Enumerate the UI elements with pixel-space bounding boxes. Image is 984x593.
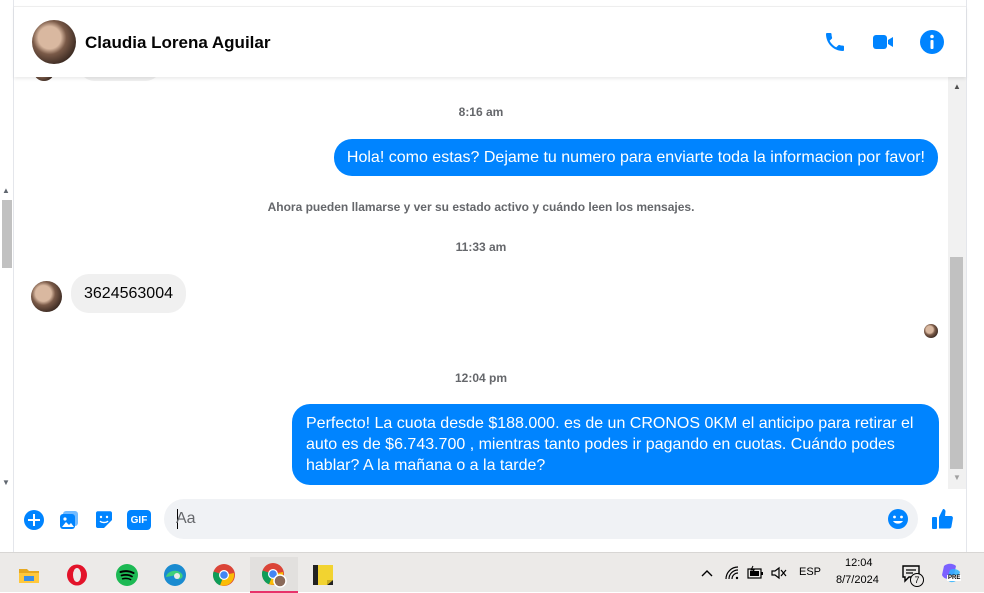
gif-label: GIF bbox=[127, 510, 151, 530]
message-input[interactable] bbox=[176, 508, 876, 530]
message-input-container[interactable] bbox=[164, 499, 918, 539]
contact-avatar[interactable] bbox=[32, 20, 76, 64]
gif-icon[interactable]: GIF bbox=[126, 508, 152, 532]
timestamp: 12:04 pm bbox=[454, 371, 508, 385]
scrollbar-thumb[interactable] bbox=[2, 200, 12, 268]
plus-icon[interactable] bbox=[22, 508, 46, 532]
message-scrollbar[interactable]: ▲ ▼ bbox=[948, 77, 966, 489]
spotify-icon[interactable] bbox=[107, 557, 147, 593]
sticker-icon[interactable] bbox=[92, 508, 116, 532]
copilot-icon[interactable]: PRE bbox=[940, 562, 964, 586]
edge-icon[interactable] bbox=[155, 557, 195, 593]
copilot-badge: PRE bbox=[947, 575, 962, 581]
scroll-down-arrow-icon[interactable]: ▼ bbox=[953, 473, 961, 482]
notifications-count-badge: 7 bbox=[910, 573, 924, 587]
thumbs-up-icon[interactable] bbox=[930, 506, 956, 532]
windows-taskbar: ESP 12:04 8/7/2024 7 PRE bbox=[0, 552, 984, 593]
info-icon[interactable] bbox=[919, 29, 945, 55]
volume-muted-icon[interactable] bbox=[770, 565, 788, 581]
image-icon[interactable] bbox=[57, 508, 81, 532]
show-hidden-icons-chevron-icon[interactable] bbox=[700, 566, 714, 578]
timestamp: 11:33 am bbox=[455, 240, 507, 254]
clock-time[interactable]: 12:04 bbox=[845, 557, 873, 569]
chat-window: Claudia Lorena Aguilar 8:16 am Hola! com… bbox=[14, 0, 966, 552]
opera-icon[interactable] bbox=[57, 557, 97, 593]
sender-avatar bbox=[34, 77, 54, 81]
incoming-message[interactable]: 3624563004 bbox=[71, 274, 186, 313]
sticky-notes-icon[interactable] bbox=[303, 557, 343, 593]
wifi-icon[interactable] bbox=[724, 565, 740, 581]
chat-header: Claudia Lorena Aguilar bbox=[14, 6, 966, 77]
notifications-icon[interactable]: 7 bbox=[900, 563, 928, 587]
composer-bar: GIF bbox=[14, 489, 966, 552]
page-scrollbar-left[interactable]: ▲ ▼ bbox=[0, 0, 14, 552]
scroll-down-arrow-icon[interactable]: ▼ bbox=[2, 478, 10, 487]
scroll-up-arrow-icon[interactable]: ▲ bbox=[953, 82, 961, 91]
battery-icon[interactable] bbox=[746, 565, 764, 581]
notice-text: Ahora pueden llamarse y ver su estado ac… bbox=[267, 200, 695, 214]
scroll-up-arrow-icon[interactable]: ▲ bbox=[2, 186, 10, 195]
language-indicator[interactable]: ESP bbox=[799, 566, 821, 578]
timestamp: 8:16 am bbox=[458, 105, 504, 119]
previous-message-bubble bbox=[78, 77, 162, 81]
file-explorer-icon[interactable] bbox=[9, 557, 49, 593]
outgoing-message[interactable]: Perfecto! La cuota desde $188.000. es de… bbox=[292, 404, 939, 485]
outgoing-message[interactable]: Hola! como estas? Dejame tu numero para … bbox=[333, 139, 938, 176]
message-list[interactable]: 8:16 am Hola! como estas? Dejame tu nume… bbox=[14, 77, 948, 489]
phone-icon[interactable] bbox=[822, 29, 848, 55]
page-edge-right bbox=[966, 0, 984, 552]
chrome-icon[interactable] bbox=[204, 557, 244, 593]
sender-avatar[interactable] bbox=[31, 281, 62, 312]
scrollbar-thumb[interactable] bbox=[950, 257, 963, 469]
contact-name[interactable]: Claudia Lorena Aguilar bbox=[85, 33, 270, 53]
video-call-icon[interactable] bbox=[870, 29, 896, 55]
chrome-profile-icon[interactable] bbox=[250, 557, 298, 593]
emoji-icon[interactable] bbox=[887, 508, 909, 530]
seen-indicator-avatar bbox=[924, 324, 938, 338]
clock-date[interactable]: 8/7/2024 bbox=[836, 574, 879, 586]
